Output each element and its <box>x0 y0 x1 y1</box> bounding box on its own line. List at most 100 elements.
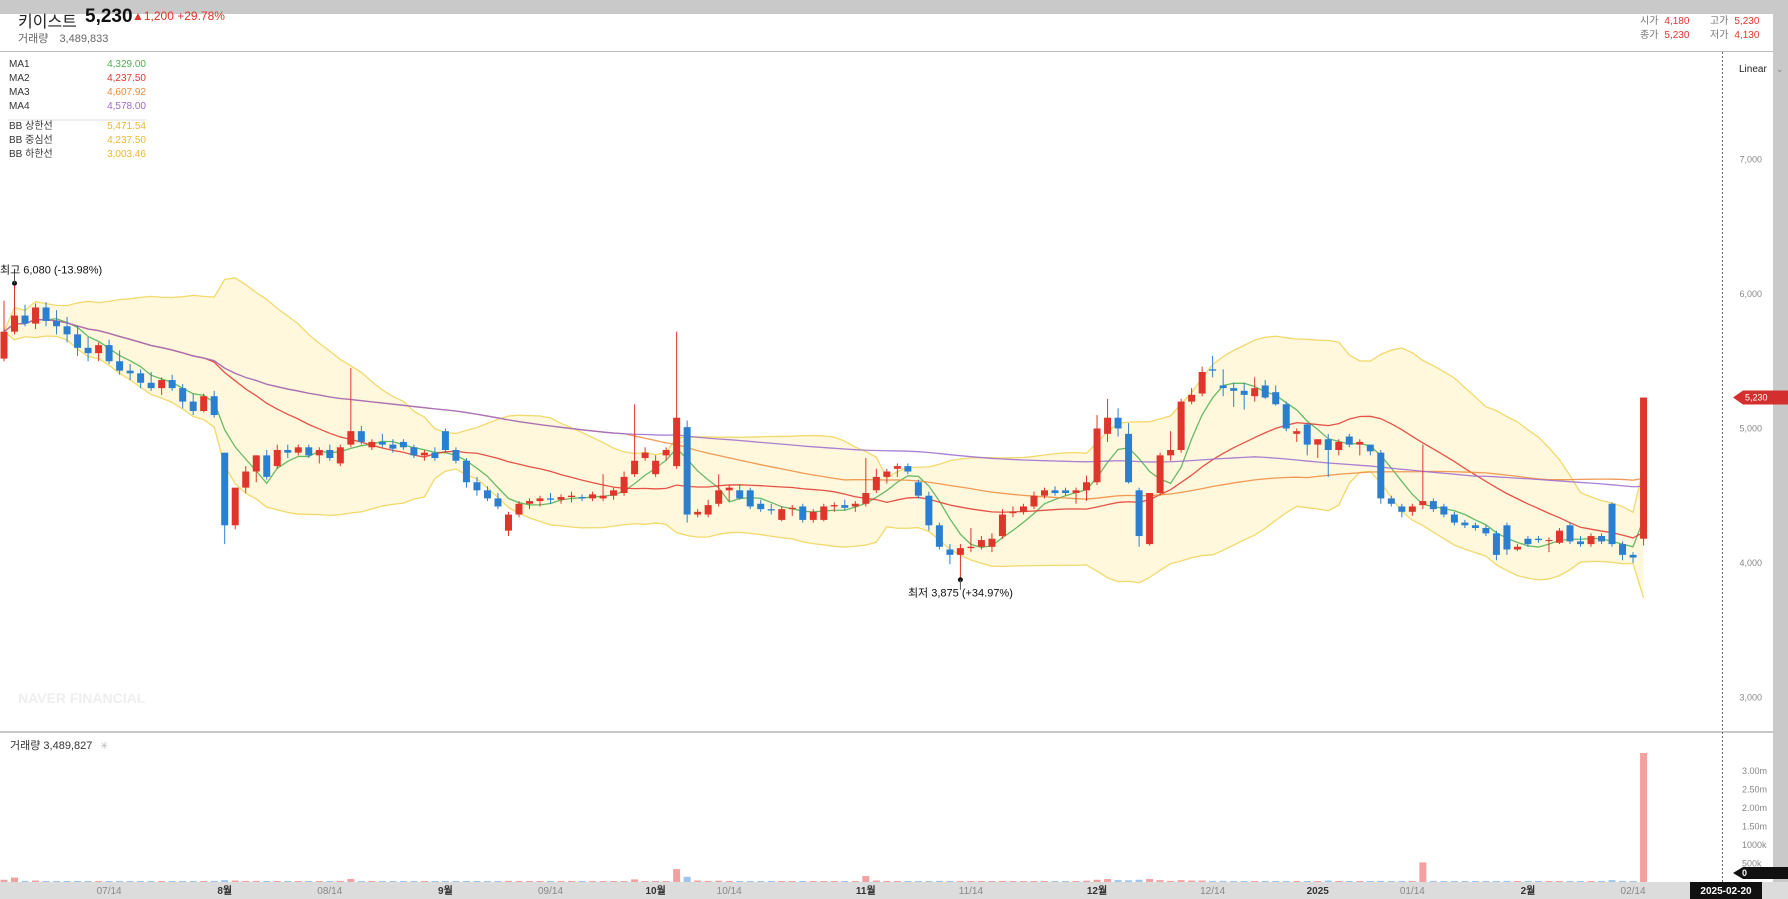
volume-bar <box>1534 881 1542 882</box>
volume-bar <box>914 881 922 882</box>
candle-body <box>1335 441 1343 450</box>
volume-bar <box>1219 880 1227 882</box>
volume-bar <box>620 881 628 882</box>
volume-bar <box>284 881 292 882</box>
candle-body <box>1230 388 1238 391</box>
volume-badge-text: 0 <box>1742 868 1747 878</box>
time-tick-label: 12/14 <box>1200 886 1225 897</box>
volume-bar <box>673 869 681 882</box>
volume-bar <box>1461 881 1469 882</box>
volume-bar <box>1545 881 1553 882</box>
candle-body <box>914 482 922 496</box>
volume-tick-label: 1.50m <box>1742 822 1767 832</box>
candle-body <box>956 548 964 555</box>
volume-bar <box>1492 881 1500 882</box>
volume-bar <box>641 881 649 882</box>
volume-bar <box>746 881 754 882</box>
stock-chart-window: 키이스트 5,230 ▲1,200 +29.78% 거래량 3,489,833 … <box>0 0 1788 899</box>
price-tick-label: 4,000 <box>1739 558 1762 568</box>
time-tick-label: 8월 <box>217 885 232 897</box>
volume-bar <box>1587 881 1595 882</box>
volume-bar <box>1471 881 1479 882</box>
volume-bar <box>1230 881 1238 882</box>
candle-body <box>589 494 597 499</box>
volume-bar <box>1240 881 1248 882</box>
candle-body <box>42 307 50 321</box>
candle-body <box>494 498 502 507</box>
candle-body <box>841 505 849 508</box>
volume-bar <box>158 881 166 882</box>
low-label: 최저 3,875 (+34.97%) <box>908 587 1013 600</box>
volume-bar <box>0 879 8 882</box>
volume-panel-bg <box>0 733 1773 883</box>
legend-name: MA1 <box>9 59 30 70</box>
volume-bar <box>1345 881 1353 882</box>
candle-body <box>389 444 397 449</box>
candle-body <box>420 452 428 456</box>
volume-bar <box>42 881 50 882</box>
candle-body <box>1251 388 1259 397</box>
volume-bar <box>1577 881 1584 882</box>
volume-bar <box>1408 881 1416 882</box>
candle-body <box>504 514 512 531</box>
volume-bar <box>830 881 838 882</box>
volume-bar <box>778 881 786 882</box>
candle-body <box>1019 506 1027 512</box>
volume-bar <box>935 880 943 882</box>
legend-value: 4,237.50 <box>107 135 146 146</box>
volume-bar <box>452 881 460 882</box>
price-tick-label: 6,000 <box>1739 289 1762 299</box>
volume-bar <box>95 881 103 882</box>
volume-bar <box>1209 880 1217 882</box>
volume-bar <box>462 881 470 882</box>
volume-bar <box>137 881 145 882</box>
volume-bar <box>1314 881 1322 882</box>
candle-body <box>599 495 607 499</box>
candle-body <box>252 455 260 472</box>
volume-tick-label: 1000k <box>1742 840 1767 850</box>
candle-body <box>526 501 533 504</box>
scale-mode-button[interactable]: Linear <box>1739 64 1767 75</box>
volume-bar <box>242 880 250 882</box>
candle-body <box>809 511 817 520</box>
time-tick-label: 2025 <box>1307 886 1330 897</box>
volume-bar <box>568 881 576 882</box>
volume-bar <box>53 881 61 882</box>
candle-body <box>536 498 544 502</box>
candle-body <box>1492 533 1500 555</box>
legend-value: 4,607.92 <box>107 87 146 98</box>
volume-bar <box>168 881 176 882</box>
volume-bar <box>221 880 229 882</box>
volume-bar <box>1272 881 1280 882</box>
price-chart[interactable]: 3,000 4,000 5,000 6,000 7,000 3.00m 2.50m 2.00… <box>0 0 1788 899</box>
candle-body <box>210 396 218 416</box>
time-tick-label: 11월 <box>856 885 876 897</box>
volume-bar <box>1146 879 1154 882</box>
candle-body <box>1503 525 1511 550</box>
volume-bar <box>1114 880 1122 882</box>
candle-body <box>273 449 281 467</box>
candle-body <box>1240 390 1248 395</box>
time-tick-label: 08/14 <box>317 886 342 897</box>
candle-body <box>967 546 975 549</box>
candle-body <box>1303 424 1311 445</box>
volume-bar <box>1366 881 1374 882</box>
volume-bar <box>1566 881 1574 882</box>
candle-body <box>547 498 555 500</box>
legend-value: 3,003.46 <box>107 149 146 160</box>
candle-body <box>1083 482 1091 491</box>
chevron-down-icon[interactable]: ⌄ <box>1776 64 1784 74</box>
volume-bar <box>1062 881 1070 882</box>
candle-body <box>284 449 292 453</box>
volume-bar <box>1019 881 1027 882</box>
volume-tick-label: 2.00m <box>1742 803 1767 813</box>
candle-body <box>1629 554 1637 558</box>
volume-bar <box>589 881 597 882</box>
candle-body <box>1104 417 1112 434</box>
candle-body <box>673 417 681 467</box>
candle-body <box>1293 431 1301 434</box>
volume-bar <box>1104 879 1112 882</box>
candle-body <box>1545 540 1553 542</box>
settings-icon[interactable]: ✳ <box>100 741 108 752</box>
volume-bar <box>389 881 397 882</box>
